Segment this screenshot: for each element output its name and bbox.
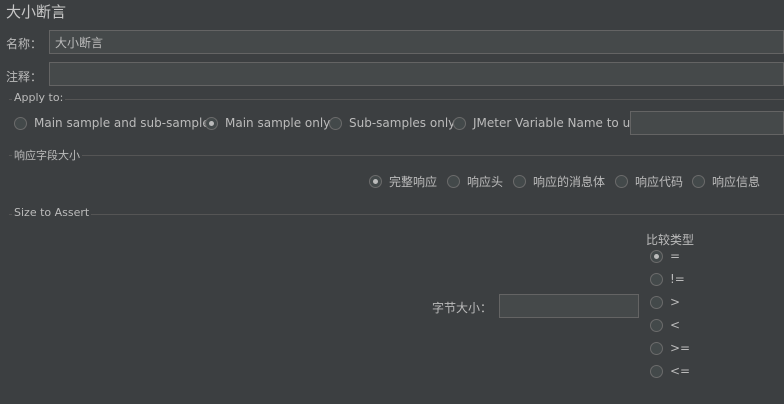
radio-button[interactable]	[650, 364, 663, 378]
compare-eq-label: =	[670, 249, 681, 263]
response-message-radio[interactable]: 响应信息	[692, 173, 760, 190]
apply-main-and-sub-label: Main sample and sub-samples	[34, 116, 216, 130]
response-message-label: 响应信息	[712, 175, 761, 189]
response-headers-radio[interactable]: 响应头	[447, 173, 503, 190]
compare-eq-radio[interactable]: =	[650, 249, 680, 263]
response-headers-label: 响应头	[467, 175, 504, 189]
response-field-title: 响应字段大小	[12, 147, 82, 163]
compare-le-label: <=	[670, 364, 691, 378]
radio-button[interactable]	[329, 116, 342, 130]
compare-gt-radio[interactable]: >	[650, 295, 680, 309]
size-to-assert-section: Size to Assert	[9, 206, 784, 219]
radio-button[interactable]	[14, 116, 27, 130]
radio-button-selected[interactable]	[369, 175, 382, 188]
size-to-assert-title: Size to Assert	[12, 206, 92, 219]
radio-button[interactable]	[650, 295, 663, 309]
size-input[interactable]	[499, 294, 639, 318]
apply-to-title: Apply to:	[12, 91, 66, 104]
radio-button-selected[interactable]	[205, 116, 218, 130]
comment-input[interactable]	[49, 62, 784, 86]
apply-main-and-sub-radio[interactable]: Main sample and sub-samples	[14, 116, 216, 130]
radio-button[interactable]	[615, 175, 628, 188]
apply-main-only-radio[interactable]: Main sample only	[205, 116, 330, 130]
response-full-label: 完整响应	[389, 175, 438, 189]
name-input[interactable]	[49, 30, 784, 54]
compare-ne-radio[interactable]: !=	[650, 272, 685, 286]
jmeter-variable-input[interactable]	[630, 111, 784, 135]
comment-label: 注释：	[6, 70, 43, 84]
response-field-section: 响应字段大小	[9, 147, 784, 163]
radio-button[interactable]	[650, 318, 663, 332]
radio-button[interactable]	[513, 175, 526, 188]
compare-lt-radio[interactable]: <	[650, 318, 680, 332]
radio-button[interactable]	[650, 341, 663, 355]
radio-button[interactable]	[692, 175, 705, 188]
size-label: 字节大小：	[432, 301, 493, 315]
compare-le-radio[interactable]: <=	[650, 364, 690, 378]
response-code-radio[interactable]: 响应代码	[615, 173, 683, 190]
apply-jmeter-variable-radio[interactable]: JMeter Variable Name to use	[453, 116, 644, 130]
apply-to-section: Apply to:	[9, 91, 784, 104]
response-body-radio[interactable]: 响应的消息体	[513, 173, 605, 190]
name-label: 名称：	[6, 37, 43, 51]
compare-ge-radio[interactable]: >=	[650, 341, 690, 355]
apply-sub-only-label: Sub-samples only	[349, 116, 456, 130]
apply-main-only-label: Main sample only	[225, 116, 331, 130]
compare-ge-label: >=	[670, 341, 691, 355]
compare-gt-label: >	[670, 295, 681, 309]
radio-button-selected[interactable]	[650, 249, 663, 263]
response-body-label: 响应的消息体	[533, 175, 606, 189]
compare-ne-label: !=	[670, 272, 685, 286]
apply-sub-only-radio[interactable]: Sub-samples only	[329, 116, 455, 130]
response-full-radio[interactable]: 完整响应	[369, 173, 437, 190]
comparison-title: 比较类型	[646, 233, 695, 247]
radio-button[interactable]	[447, 175, 460, 188]
compare-lt-label: <	[670, 318, 681, 332]
radio-button[interactable]	[453, 116, 466, 130]
radio-button[interactable]	[650, 272, 663, 286]
page-title: 大小断言	[6, 3, 67, 21]
response-code-label: 响应代码	[635, 175, 684, 189]
apply-jmeter-variable-label: JMeter Variable Name to use	[473, 116, 644, 130]
